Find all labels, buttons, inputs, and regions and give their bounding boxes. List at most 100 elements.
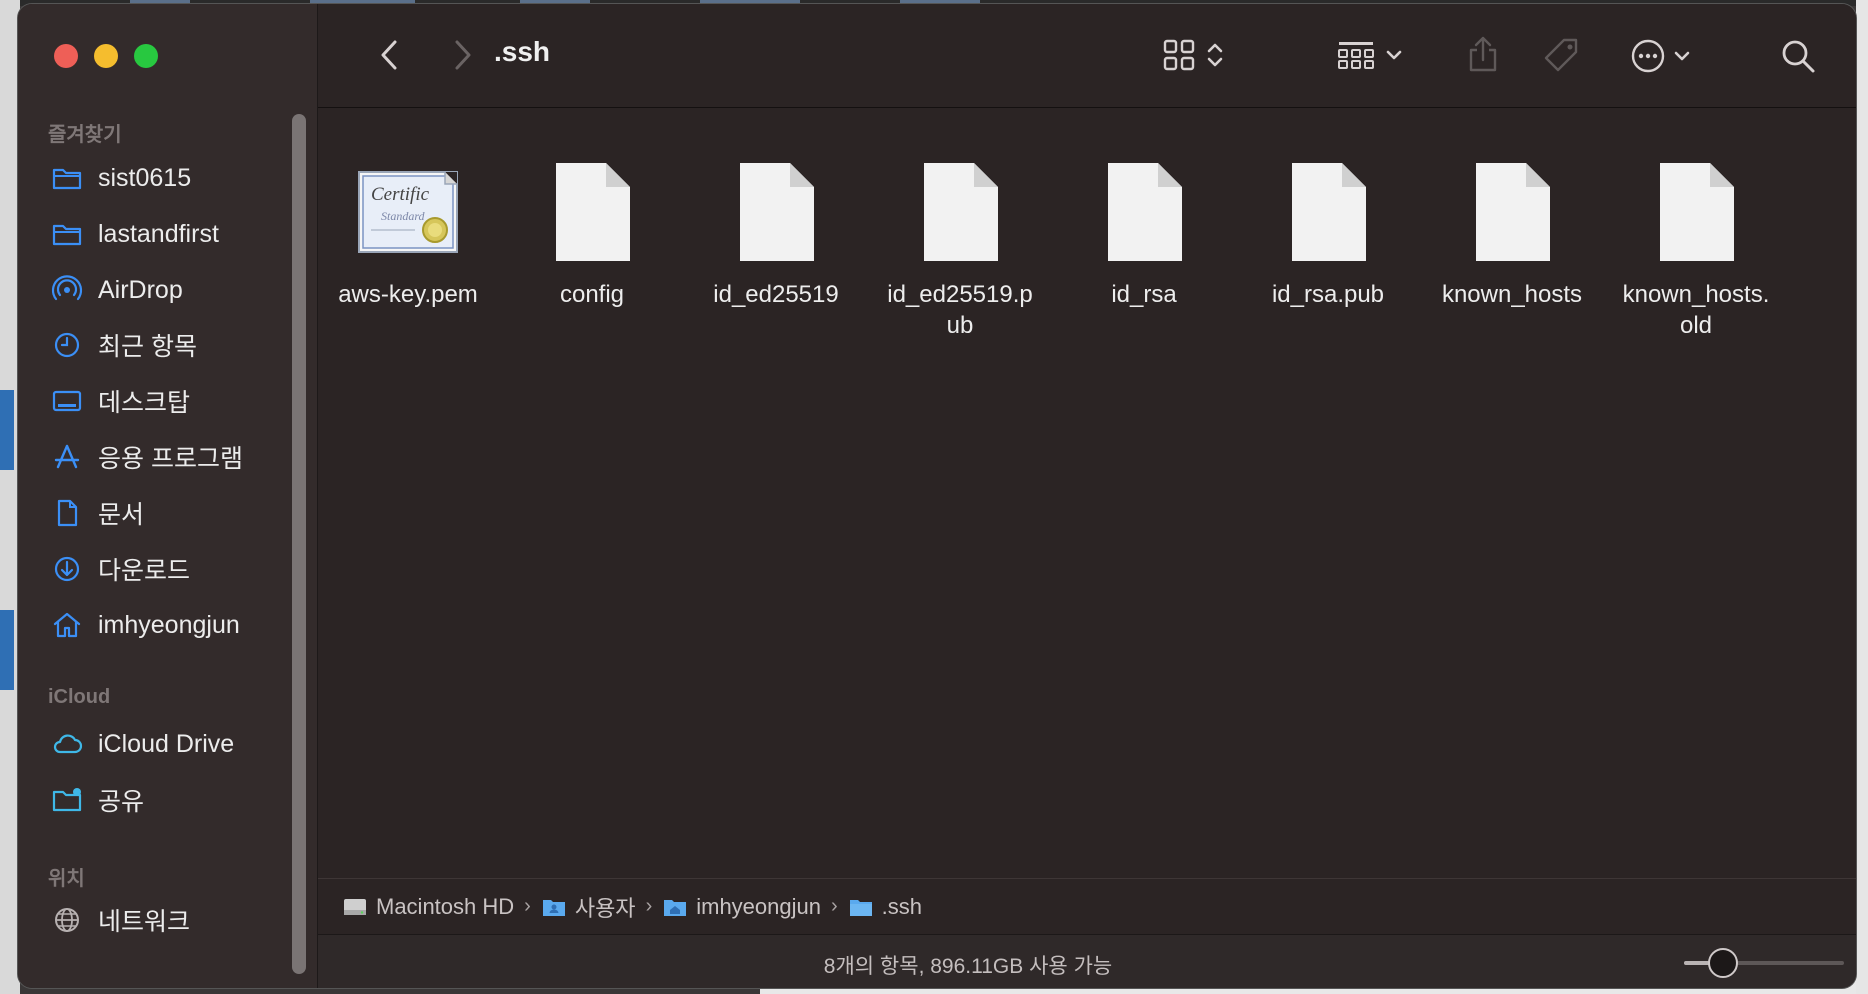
sidebar-section-locations: 위치 — [48, 868, 85, 890]
sidebar-item-label: AirDrop — [98, 275, 183, 304]
home-folder-icon — [664, 899, 687, 916]
window-title: .ssh — [494, 36, 551, 67]
folder-icon — [52, 168, 82, 190]
icon-size-slider-knob[interactable] — [1708, 948, 1738, 978]
file-item-config[interactable]: config — [502, 157, 682, 310]
path-segment-users[interactable]: 사용자 — [541, 891, 636, 923]
path-segment-home[interactable]: imhyeongjun — [662, 894, 821, 920]
sidebar-item-label: sist0615 — [98, 163, 192, 192]
window-controls — [54, 44, 158, 68]
search-button[interactable] — [1780, 38, 1816, 74]
globe-icon — [55, 908, 79, 932]
minimize-button[interactable] — [94, 44, 118, 68]
folder-icon — [52, 224, 82, 246]
file-name: config — [559, 281, 625, 308]
tag-icon — [1544, 38, 1578, 72]
document-file-icon — [905, 157, 1015, 267]
clock-icon — [54, 332, 80, 358]
document-file-icon — [1089, 157, 1199, 267]
ellipsis-circle-icon — [1631, 39, 1665, 73]
sidebar-item-label: imhyeongjun — [98, 610, 240, 639]
sidebar-item-icloud-drive[interactable]: iCloud Drive — [50, 722, 300, 766]
users-folder-icon — [542, 899, 565, 916]
applications-icon — [54, 444, 80, 469]
path-segment-macintosh-hd[interactable]: Macintosh HD — [342, 894, 514, 920]
view-mode-button[interactable] — [1162, 38, 1226, 72]
file-item-known-hosts[interactable]: known_hosts — [1422, 157, 1602, 310]
sidebar-item-label: 데스크탑 — [98, 389, 191, 417]
file-item-id-ed25519[interactable]: id_ed25519 — [686, 157, 866, 310]
chevron-updown-icon — [1207, 43, 1223, 67]
sidebar-item-label: 문서 — [98, 501, 145, 529]
file-name: id_ed25519.p ub — [887, 281, 1033, 339]
file-item-id-rsa-pub[interactable]: id_rsa.pub — [1238, 157, 1418, 310]
file-name: aws-key.pem — [338, 281, 478, 308]
finder-window: 즐겨찾기 sist0615 lastandfirst AirDrop 최근 항목… — [18, 4, 1856, 988]
file-item-id-rsa[interactable]: id_rsa — [1054, 157, 1234, 310]
sidebar-item-recents[interactable]: 최근 항목 — [50, 323, 300, 367]
document-icon — [57, 499, 78, 527]
file-name: id_rsa.pub — [1271, 281, 1385, 308]
file-name: known_hosts. old — [1622, 281, 1770, 339]
certificate-icon: Certific Standard — [353, 157, 463, 267]
shared-folder-icon — [52, 788, 82, 812]
cloud-icon — [53, 734, 83, 754]
search-icon — [1782, 40, 1815, 73]
file-name: id_ed25519 — [713, 281, 839, 308]
sidebar-section-icloud: iCloud — [48, 686, 111, 708]
file-name: known_hosts — [1441, 281, 1583, 308]
group-icon — [1338, 42, 1374, 69]
sidebar-item-label: 공유 — [98, 788, 145, 816]
sidebar-item-downloads[interactable]: 다운로드 — [50, 547, 300, 591]
path-segment-label: Macintosh HD — [376, 893, 515, 919]
path-segment-label: 사용자 — [574, 895, 636, 921]
svg-text:Certific: Certific — [371, 184, 430, 205]
desktop-icon — [52, 390, 82, 412]
path-segment-ssh[interactable]: .ssh — [848, 894, 922, 920]
forward-button[interactable] — [450, 38, 474, 72]
sidebar-item-label: 응용 프로그램 — [98, 445, 243, 473]
back-button[interactable] — [378, 38, 402, 72]
sidebar-item-label: 네트워크 — [98, 908, 191, 936]
sidebar-item-shared[interactable]: 공유 — [50, 778, 300, 822]
document-file-icon — [1641, 157, 1751, 267]
airdrop-icon — [51, 275, 83, 301]
sidebar-scrollbar[interactable] — [292, 114, 306, 974]
sidebar-item-documents[interactable]: 문서 — [50, 491, 300, 535]
path-bar: Macintosh HD › 사용자 › imhyeongjun › .ssh — [318, 878, 1856, 934]
hard-drive-icon — [344, 898, 366, 915]
chevron-down-icon — [1674, 51, 1690, 61]
grid-view-icon — [1163, 39, 1195, 71]
home-icon — [53, 612, 81, 638]
sidebar-item-home[interactable]: imhyeongjun — [50, 603, 300, 647]
close-button[interactable] — [54, 44, 78, 68]
status-text: 8개의 항목, 896.11GB 사용 가능 — [823, 955, 1113, 978]
share-button[interactable] — [1466, 34, 1500, 74]
file-name: id_rsa — [1111, 281, 1177, 308]
tag-button[interactable] — [1542, 36, 1582, 76]
chevron-down-icon — [1386, 50, 1402, 60]
sidebar-item-sist0615[interactable]: sist0615 — [50, 156, 300, 200]
download-icon — [54, 556, 80, 582]
file-item-known-hosts-old[interactable]: known_hosts. old — [1606, 157, 1786, 341]
background-left-edge — [0, 0, 20, 994]
chevron-right-icon — [455, 40, 471, 70]
sidebar-item-applications[interactable]: 응용 프로그램 — [50, 435, 300, 479]
sidebar-item-lastandfirst[interactable]: lastandfirst — [50, 212, 300, 256]
sidebar-item-label: 최근 항목 — [98, 333, 197, 361]
group-button[interactable] — [1336, 38, 1404, 72]
file-item-aws-key-pem[interactable]: Certific Standard aws-key.pem — [318, 157, 498, 310]
sidebar-item-network[interactable]: 네트워크 — [50, 898, 300, 942]
zoom-button[interactable] — [134, 44, 158, 68]
file-grid: Certific Standard aws-key.pem config id_… — [318, 109, 1856, 879]
more-actions-button[interactable] — [1630, 38, 1692, 74]
path-separator: › — [645, 895, 653, 917]
document-file-icon — [1273, 157, 1383, 267]
file-item-id-ed25519-pub[interactable]: id_ed25519.p ub — [870, 157, 1050, 341]
sidebar-item-desktop[interactable]: 데스크탑 — [50, 379, 300, 423]
path-segment-label: .ssh — [881, 893, 923, 919]
path-separator: › — [524, 895, 531, 917]
document-file-icon — [537, 157, 647, 267]
sidebar-item-label: 다운로드 — [98, 557, 191, 585]
sidebar-item-airdrop[interactable]: AirDrop — [50, 268, 300, 312]
